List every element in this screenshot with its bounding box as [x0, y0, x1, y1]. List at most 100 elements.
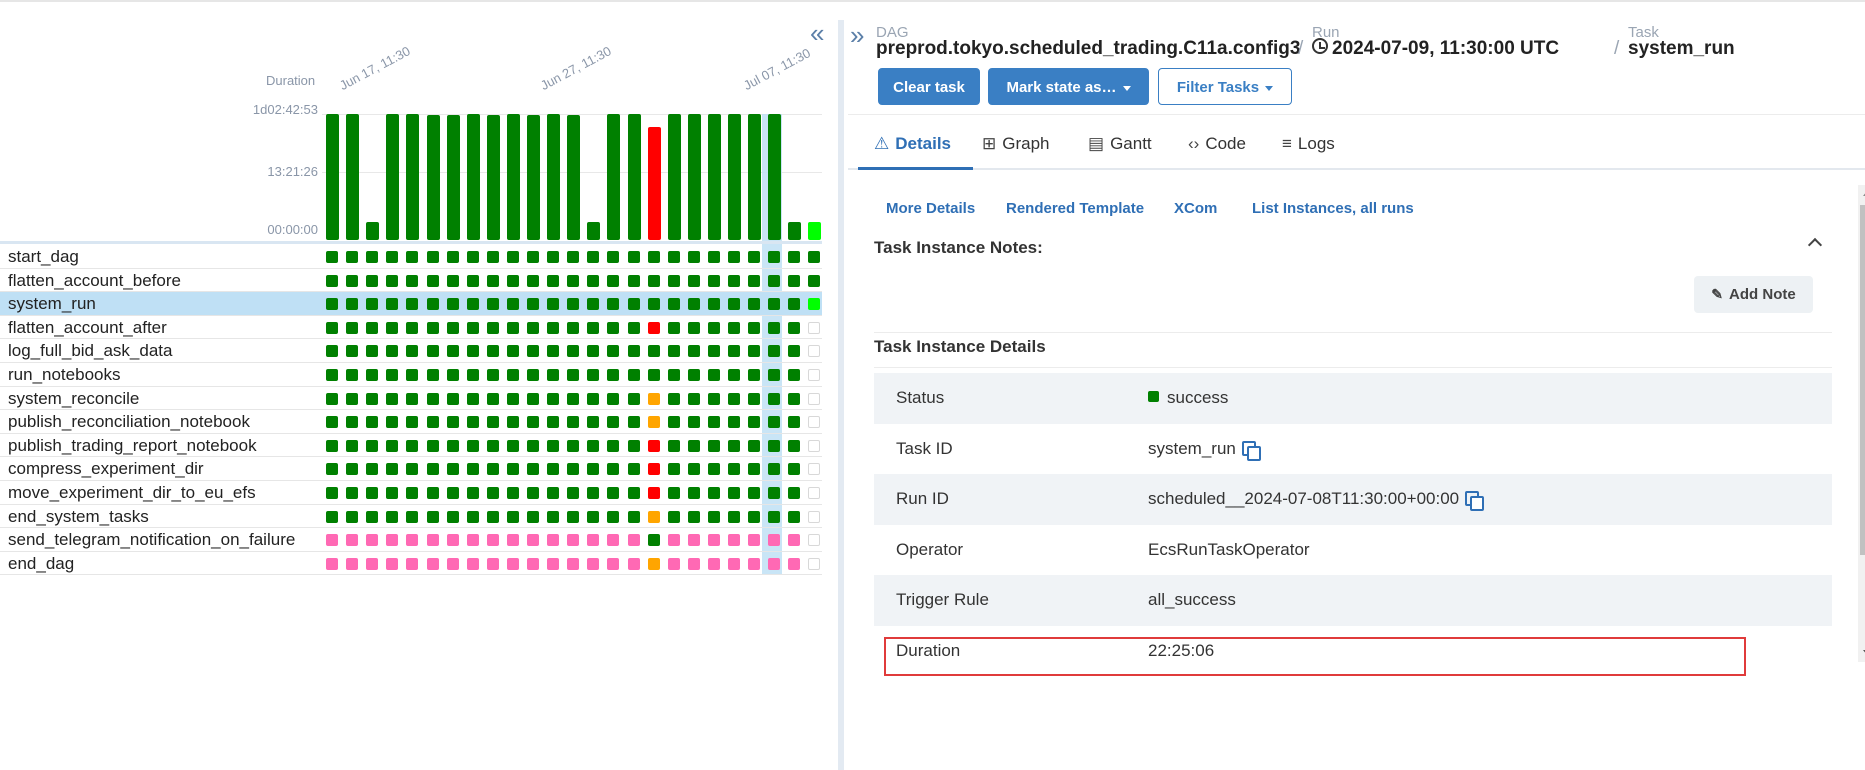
- task-instance-cell[interactable]: [567, 486, 580, 499]
- task-instance-cell[interactable]: [567, 251, 580, 263]
- task-instance-cell[interactable]: [326, 510, 338, 523]
- task-instance-cell[interactable]: [366, 345, 379, 358]
- task-name[interactable]: system_run: [8, 294, 96, 314]
- task-instance-cell[interactable]: [527, 251, 539, 263]
- task-instance-cell[interactable]: [527, 463, 539, 476]
- task-instance-cell[interactable]: [627, 416, 640, 429]
- task-instance-cell[interactable]: [728, 392, 740, 405]
- task-instance-cell[interactable]: [326, 392, 338, 405]
- task-name[interactable]: publish_reconciliation_notebook: [8, 412, 250, 432]
- task-instance-cell[interactable]: [506, 557, 519, 570]
- task-instance-cell[interactable]: [707, 486, 720, 499]
- duration-bar[interactable]: [486, 115, 500, 240]
- task-instance-cell[interactable]: [707, 368, 720, 381]
- duration-bar[interactable]: [426, 115, 440, 240]
- task-instance-cell[interactable]: [446, 251, 459, 263]
- task-instance-cell[interactable]: [326, 439, 338, 452]
- task-instance-cell[interactable]: [506, 392, 519, 405]
- task-instance-cell[interactable]: [346, 557, 359, 570]
- task-instance-cell[interactable]: [788, 439, 801, 452]
- task-instance-cell[interactable]: [406, 368, 419, 381]
- task-instance-cell[interactable]: [647, 392, 660, 405]
- task-instance-cell[interactable]: [466, 463, 479, 476]
- task-instance-cell[interactable]: [326, 486, 338, 499]
- task-instance-cell[interactable]: [607, 392, 620, 405]
- task-instance-cell[interactable]: [366, 298, 379, 311]
- task-instance-cell[interactable]: [707, 510, 720, 523]
- task-instance-cell[interactable]: [768, 298, 781, 311]
- task-instance-cell[interactable]: [446, 463, 459, 476]
- task-instance-cell[interactable]: [326, 416, 338, 429]
- task-instance-cell[interactable]: [366, 416, 379, 429]
- task-instance-cell[interactable]: [486, 392, 499, 405]
- task-instance-cell[interactable]: [788, 298, 801, 311]
- task-instance-cell[interactable]: [366, 321, 379, 334]
- duration-bar[interactable]: [506, 114, 520, 240]
- task-instance-cell[interactable]: [768, 486, 781, 499]
- task-instance-cell[interactable]: [406, 486, 419, 499]
- duration-bar[interactable]: [788, 222, 802, 240]
- task-instance-cell[interactable]: [728, 534, 740, 547]
- task-instance-cell[interactable]: [567, 463, 580, 476]
- task-instance-cell[interactable]: [808, 321, 821, 334]
- task-instance-cell[interactable]: [366, 557, 379, 570]
- task-instance-cell[interactable]: [748, 416, 761, 429]
- task-instance-cell[interactable]: [567, 439, 580, 452]
- task-row[interactable]: start_dag: [0, 245, 822, 269]
- add-note-button[interactable]: ✎ Add Note: [1694, 276, 1813, 313]
- task-instance-cell[interactable]: [527, 392, 539, 405]
- task-instance-cell[interactable]: [567, 392, 580, 405]
- task-instance-cell[interactable]: [587, 439, 600, 452]
- task-instance-cell[interactable]: [527, 510, 539, 523]
- task-instance-cell[interactable]: [446, 368, 459, 381]
- task-instance-cell[interactable]: [366, 439, 379, 452]
- task-instance-cell[interactable]: [647, 557, 660, 570]
- task-instance-cell[interactable]: [808, 274, 821, 287]
- task-instance-cell[interactable]: [768, 251, 781, 263]
- tab-code[interactable]: ‹› Code: [1188, 134, 1246, 154]
- task-instance-cell[interactable]: [486, 251, 499, 263]
- task-instance-cell[interactable]: [627, 321, 640, 334]
- task-instance-cell[interactable]: [386, 345, 399, 358]
- task-instance-cell[interactable]: [527, 368, 539, 381]
- task-instance-cell[interactable]: [346, 416, 359, 429]
- task-instance-cell[interactable]: [788, 486, 801, 499]
- task-instance-cell[interactable]: [587, 486, 600, 499]
- task-instance-cell[interactable]: [808, 251, 821, 263]
- task-instance-cell[interactable]: [446, 557, 459, 570]
- task-instance-cell[interactable]: [607, 416, 620, 429]
- tab-details[interactable]: ⚠ Details: [874, 134, 951, 154]
- task-instance-cell[interactable]: [386, 463, 399, 476]
- duration-bar[interactable]: [808, 222, 822, 240]
- task-instance-cell[interactable]: [426, 321, 439, 334]
- task-instance-cell[interactable]: [486, 463, 499, 476]
- tab-graph[interactable]: ⊞ Graph: [982, 134, 1050, 154]
- task-instance-cell[interactable]: [647, 251, 660, 263]
- task-instance-cell[interactable]: [506, 510, 519, 523]
- task-instance-cell[interactable]: [426, 534, 439, 547]
- task-instance-cell[interactable]: [728, 274, 740, 287]
- task-instance-cell[interactable]: [687, 486, 700, 499]
- task-instance-cell[interactable]: [748, 392, 761, 405]
- task-instance-cell[interactable]: [808, 345, 821, 358]
- task-instance-cell[interactable]: [547, 510, 560, 523]
- task-instance-cell[interactable]: [386, 510, 399, 523]
- more-details-link[interactable]: More Details: [886, 200, 975, 217]
- task-instance-cell[interactable]: [627, 439, 640, 452]
- task-instance-cell[interactable]: [346, 321, 359, 334]
- collapse-details-icon[interactable]: «: [810, 20, 824, 46]
- task-instance-cell[interactable]: [667, 486, 680, 499]
- task-row[interactable]: flatten_account_before: [0, 269, 822, 293]
- duration-bar[interactable]: [707, 114, 721, 240]
- task-instance-cell[interactable]: [587, 298, 600, 311]
- task-instance-cell[interactable]: [406, 557, 419, 570]
- task-instance-cell[interactable]: [748, 321, 761, 334]
- task-instance-cell[interactable]: [426, 486, 439, 499]
- task-instance-cell[interactable]: [808, 392, 821, 405]
- task-instance-cell[interactable]: [567, 345, 580, 358]
- task-instance-cell[interactable]: [426, 557, 439, 570]
- task-instance-cell[interactable]: [426, 251, 439, 263]
- task-instance-cell[interactable]: [687, 416, 700, 429]
- task-instance-cell[interactable]: [728, 298, 740, 311]
- task-instance-cell[interactable]: [326, 345, 338, 358]
